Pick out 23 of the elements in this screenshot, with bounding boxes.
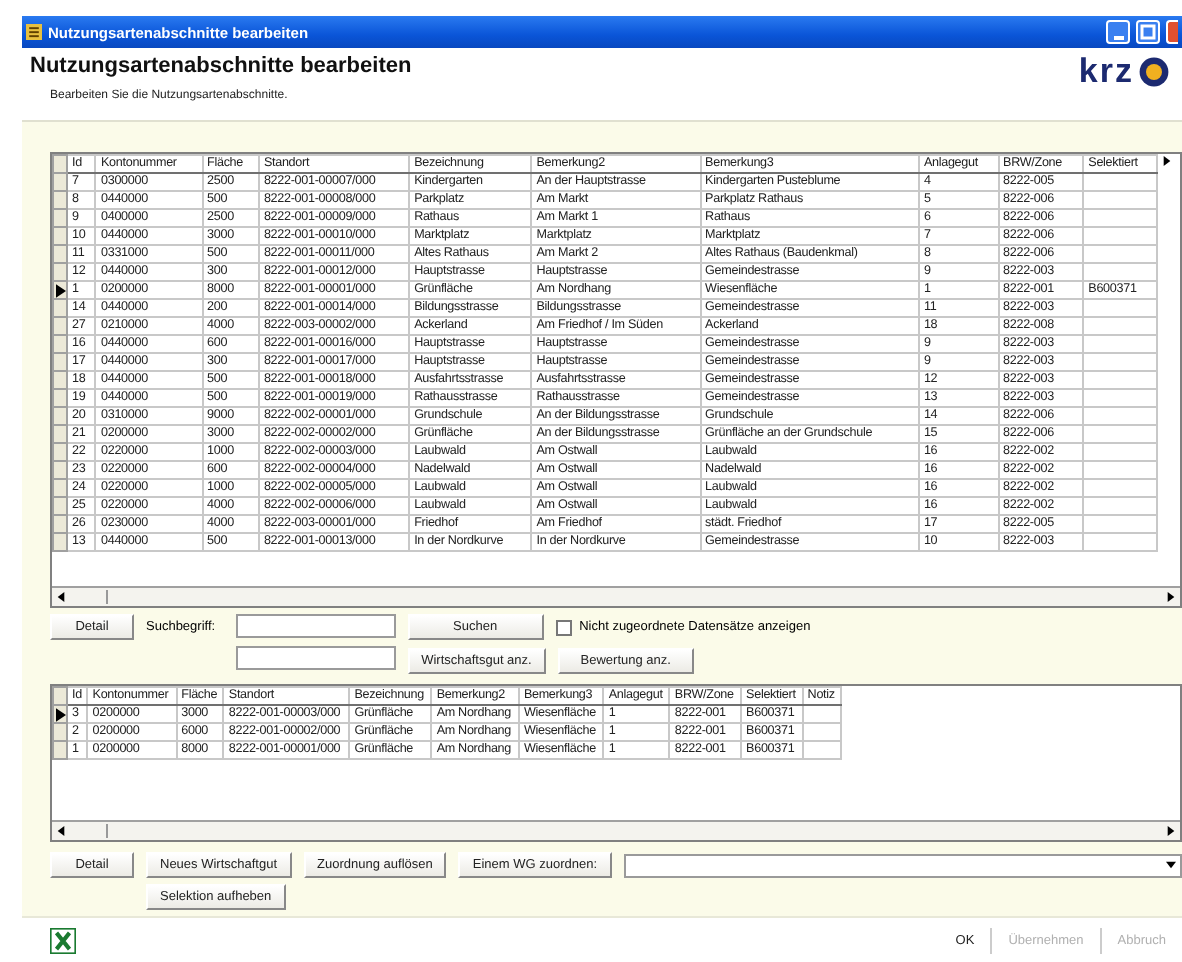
sun-icon <box>1138 56 1170 88</box>
maximize-button[interactable] <box>1136 20 1160 44</box>
dropdown-caret-icon[interactable] <box>1166 860 1176 870</box>
grid-corner <box>53 155 67 173</box>
logo-text: krz <box>1078 52 1134 92</box>
horizontal-scrollbar[interactable] <box>52 820 1180 840</box>
minimize-icon <box>1113 35 1123 39</box>
horizontal-scrollbar[interactable] <box>52 586 1180 606</box>
grid-corner <box>53 687 67 705</box>
scroll-right-icon[interactable] <box>1166 592 1176 602</box>
scroll-left-icon[interactable] <box>56 826 66 836</box>
close-button[interactable] <box>1166 20 1178 44</box>
page-title: Nutzungsartenabschnitte bearbeiten <box>30 54 414 78</box>
spreadsheet-icon[interactable] <box>50 927 76 953</box>
scroll-right-icon[interactable] <box>1166 826 1176 836</box>
search-extra-field[interactable] <box>235 646 396 670</box>
search-field[interactable] <box>235 614 396 638</box>
scroll-left-icon[interactable] <box>56 592 66 602</box>
minimize-button[interactable] <box>1106 20 1130 44</box>
maximize-icon <box>1138 22 1158 42</box>
window-icon <box>26 24 42 40</box>
checkbox[interactable] <box>555 619 572 635</box>
scroll-right-icon[interactable] <box>1162 156 1172 167</box>
